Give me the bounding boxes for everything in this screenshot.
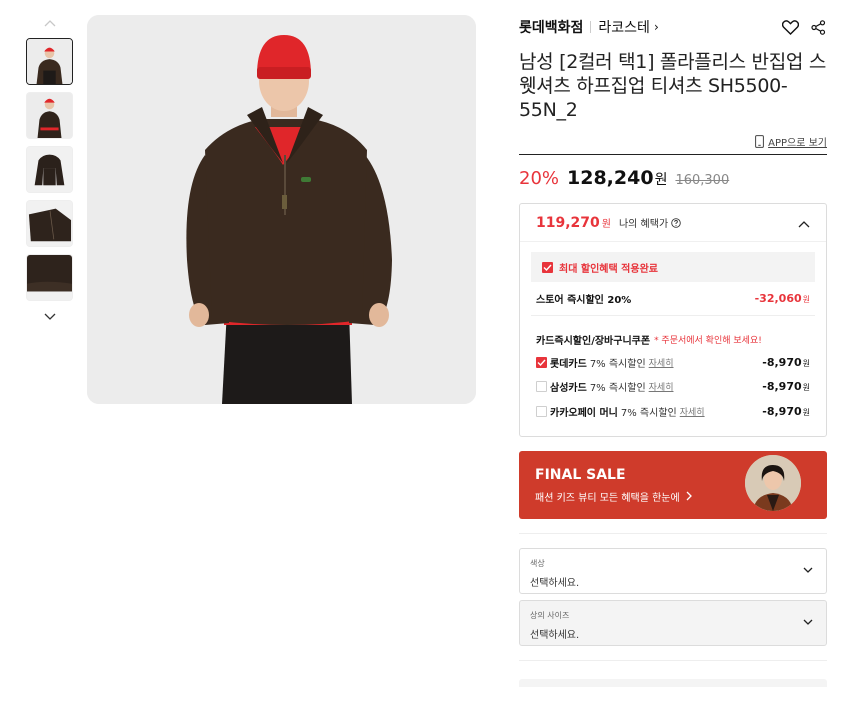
- card-row-lotte: 롯데카드 7% 즉시할인 자세히 -8,970원: [531, 350, 815, 375]
- thumbnail-1[interactable]: [26, 38, 73, 85]
- discount-rate: 20%: [519, 168, 560, 189]
- heart-icon: [781, 19, 799, 35]
- benefit-price: 119,270: [536, 214, 600, 231]
- color-select[interactable]: 색상 선택하세요.: [519, 547, 827, 594]
- card-desc: 7% 즉시할인: [620, 407, 677, 419]
- info-icon[interactable]: [671, 217, 681, 228]
- card-amount: -8,970원: [762, 355, 810, 369]
- brand-actions: [781, 18, 827, 36]
- product-thumbnail-image: [27, 255, 72, 300]
- card-name: 롯데카드: [550, 358, 587, 370]
- select-label: 색상: [530, 558, 545, 568]
- banner-title: FINAL SALE: [535, 466, 626, 483]
- price-row: 20% 128,240 원 160,300: [519, 167, 827, 191]
- thumbnail-rail: [26, 14, 74, 326]
- store-name[interactable]: 롯데백화점: [519, 17, 583, 37]
- main-product-image[interactable]: [87, 15, 476, 404]
- select-value: 선택하세요.: [530, 629, 580, 641]
- thumbnail-list: [26, 38, 74, 301]
- chevron-down-icon: [44, 313, 56, 320]
- product-thumbnail-image: [27, 201, 72, 246]
- card-detail-link[interactable]: 자세히: [649, 380, 674, 393]
- brand-row: 롯데백화점 라코스테 ›: [519, 14, 827, 40]
- thumbnail-5[interactable]: [26, 254, 73, 301]
- product-thumbnail-image: [27, 39, 72, 84]
- store-discount-row: 스토어 즉시할인 20% -32,060원: [531, 292, 815, 316]
- app-view-link[interactable]: APP으로 보기: [768, 134, 827, 149]
- divider: [519, 532, 827, 534]
- card-row-kakaopay: 카카오페이 머니 7% 즉시할인 자세히 -8,970원: [531, 399, 815, 424]
- phone-icon: [755, 134, 765, 148]
- product-info-panel: 롯데백화점 라코스테 › 남성 [2컬러 택1] 폴라플리스 반집업 스웻셔츠 …: [519, 14, 827, 687]
- card-discount-title: 카드즉시할인/장바구니쿠폰: [536, 335, 651, 347]
- checkbox[interactable]: [536, 381, 547, 393]
- applied-benefit-bar: 최대 할인혜택 적용완료: [531, 252, 815, 282]
- card-discount-note: * 주문서에서 확인해 보세요!: [654, 335, 762, 346]
- chevron-up-icon[interactable]: [798, 213, 810, 232]
- card-discount-list: 롯데카드 7% 즉시할인 자세히 -8,970원 삼성카드 7% 즉시할인 자세…: [531, 350, 815, 424]
- store-discount-label: 스토어 즉시할인 20%: [536, 295, 632, 306]
- benefit-label: 나의 혜택가: [618, 219, 669, 230]
- app-view-row: APP으로 보기: [519, 134, 827, 149]
- check-icon: [542, 261, 553, 273]
- card-amount: -8,970원: [762, 404, 810, 418]
- final-sale-banner[interactable]: FINAL SALE 패션 키즈 뷰티 모든 혜택을 한눈에: [519, 450, 827, 519]
- card-detail-link[interactable]: 자세히: [680, 405, 705, 418]
- original-price: 160,300: [675, 173, 730, 188]
- checkbox[interactable]: [536, 356, 547, 368]
- chevron-up-icon: [44, 20, 56, 27]
- currency-unit: 원: [654, 172, 668, 188]
- brand-divider: [590, 21, 592, 33]
- next-section-edge: [519, 678, 827, 687]
- card-discount-header: 카드즉시할인/장바구니쿠폰 * 주문서에서 확인해 보세요!: [531, 330, 815, 348]
- card-row-samsung: 삼성카드 7% 즉시할인 자세히 -8,970원: [531, 375, 815, 400]
- thumbnail-3[interactable]: [26, 146, 73, 193]
- size-select[interactable]: 상의 사이즈 선택하세요.: [519, 599, 827, 646]
- sale-price: 128,240: [567, 167, 654, 189]
- benefit-panel: 119,270 원 나의 혜택가 최대 할인혜택 적용완료 스토어 즉시할인 2…: [519, 203, 827, 437]
- product-title: 남성 [2컬러 택1] 폴라플리스 반집업 스웻셔츠 하프집업 티셔츠 SH55…: [519, 51, 827, 121]
- card-detail-link[interactable]: 자세히: [649, 356, 674, 369]
- chevron-down-icon: [803, 619, 813, 625]
- thumbnail-prev-button[interactable]: [26, 14, 74, 32]
- share-icon: [810, 19, 825, 35]
- share-button[interactable]: [809, 18, 827, 36]
- divider: [519, 659, 827, 661]
- card-desc: 7% 즉시할인: [589, 358, 646, 370]
- applied-benefit-text: 최대 할인혜택 적용완료: [559, 263, 658, 275]
- checkbox[interactable]: [536, 405, 547, 417]
- store-discount-amount: -32,060원: [754, 292, 810, 305]
- banner-subtitle: 패션 키즈 뷰티 모든 혜택을 한눈에: [535, 489, 693, 504]
- chevron-right-icon: ›: [653, 20, 659, 34]
- select-value: 선택하세요.: [530, 577, 580, 589]
- card-desc: 7% 즉시할인: [589, 383, 646, 395]
- banner-model-photo: [745, 454, 801, 511]
- card-name: 카카오페이 머니: [550, 407, 618, 419]
- brand-link[interactable]: 라코스테: [598, 17, 650, 37]
- select-label: 상의 사이즈: [530, 610, 570, 620]
- product-thumbnail-image: [27, 147, 72, 192]
- product-photo: [87, 15, 476, 404]
- benefit-header[interactable]: 119,270 원 나의 혜택가: [520, 204, 826, 242]
- divider: [519, 154, 827, 155]
- thumbnail-2[interactable]: [26, 92, 73, 139]
- chevron-right-icon: [686, 491, 692, 501]
- product-thumbnail-image: [27, 93, 72, 138]
- thumbnail-next-button[interactable]: [26, 308, 74, 326]
- card-name: 삼성카드: [550, 383, 587, 395]
- benefit-body: 최대 할인혜택 적용완료 스토어 즉시할인 20% -32,060원 카드즉시할…: [520, 242, 826, 436]
- wishlist-button[interactable]: [781, 18, 799, 36]
- card-amount: -8,970원: [762, 380, 810, 394]
- chevron-down-icon: [803, 567, 813, 573]
- currency-unit: 원: [601, 219, 611, 230]
- thumbnail-4[interactable]: [26, 200, 73, 247]
